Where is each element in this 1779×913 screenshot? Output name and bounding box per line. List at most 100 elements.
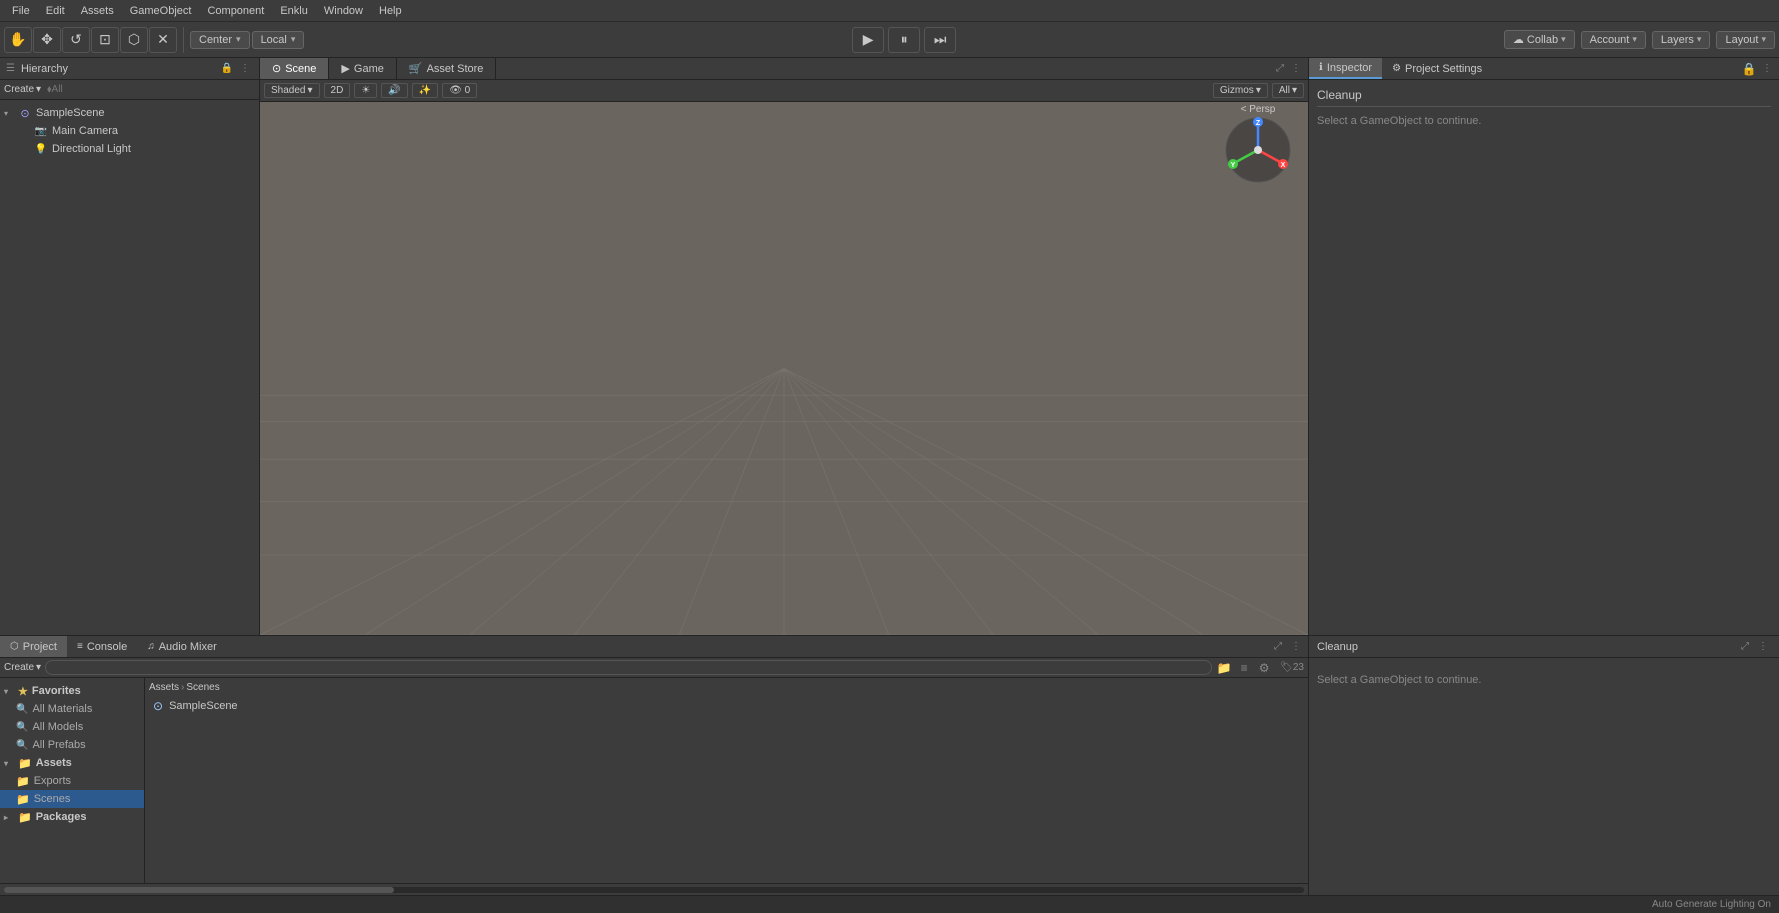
scene-toolbar: Shaded ▾ 2D ☀ 🔊 ✨ 👁 0 Gizmos ▾ All ▾ (260, 80, 1308, 102)
project-scrollbar-track[interactable] (4, 887, 1304, 893)
hand-tool-button[interactable]: ✋ (4, 27, 32, 53)
cleanup-top-bar: Cleanup ⤢ ⋮ (1309, 636, 1779, 658)
project-panel-maximize-button[interactable]: ⤢ (1270, 639, 1286, 655)
lights-button[interactable]: ☀ (354, 83, 377, 98)
tree-item-exports[interactable]: 📁 Exports (0, 772, 144, 790)
move-tool-button[interactable]: ✥ (33, 27, 61, 53)
hierarchy-create-button[interactable]: Create ▾ (4, 84, 41, 95)
menu-gameobject[interactable]: GameObject (122, 3, 200, 19)
bottom-tab-audiomixer[interactable]: ♫ Audio Mixer (137, 636, 227, 657)
bottom-tab-project[interactable]: ⬡ Project (0, 636, 67, 657)
camera-icon: 📷 (34, 124, 48, 138)
samplescene-expand-arrow: ▾ (4, 109, 16, 118)
tree-item-favorites[interactable]: ▾ ★ Favorites (0, 682, 144, 700)
menu-window[interactable]: Window (316, 3, 371, 19)
audio-button[interactable]: 🔊 (381, 83, 407, 98)
pivot-label: Center (199, 34, 232, 46)
layers-label: Layers (1661, 34, 1694, 46)
twod-button[interactable]: 2D (324, 83, 351, 98)
packages-label: Packages (36, 811, 87, 823)
inspector-lock-button[interactable]: 🔒 (1741, 61, 1757, 77)
account-button[interactable]: Account ▾ (1581, 31, 1646, 49)
toolbar-right: ☁ Collab ▾ Account ▾ Layers ▾ Layout ▾ (1504, 30, 1775, 49)
create-dropdown-arrow: ▾ (36, 84, 41, 95)
shaded-dropdown[interactable]: Shaded ▾ (264, 83, 320, 98)
playcontrols: ▶ ⏸ ⏭ (852, 27, 956, 53)
rotate-tool-button[interactable]: ↺ (62, 27, 90, 53)
gizmos-dropdown[interactable]: Gizmos ▾ (1213, 83, 1268, 98)
project-create-button[interactable]: Create ▾ (4, 662, 41, 673)
favorites-expand-arrow: ▾ (4, 687, 16, 696)
step-button[interactable]: ⏭ (924, 27, 956, 53)
scene-tab-icon: ⊙ (272, 62, 281, 75)
main-content: ☰ Hierarchy 🔒 ⋮ Create ▾ ▾ ⊙ SampleScene (0, 58, 1779, 635)
file-item-samplescene[interactable]: ⊙ SampleScene (149, 697, 1304, 715)
project-panel-more-button[interactable]: ⋮ (1288, 639, 1304, 655)
maincamera-label: Main Camera (52, 125, 118, 137)
menu-file[interactable]: File (4, 3, 38, 19)
inspector-tab-projectsettings[interactable]: ⚙ Project Settings (1382, 58, 1492, 79)
hierarchy-more-button[interactable]: ⋮ (237, 61, 253, 77)
hierarchy-item-samplescene[interactable]: ▾ ⊙ SampleScene (0, 104, 259, 122)
scene-panel-more-button[interactable]: ⋮ (1288, 61, 1304, 77)
project-search-input[interactable] (45, 660, 1212, 675)
scene-tab-scene[interactable]: ⊙ Scene (260, 58, 329, 79)
scene-tab-game[interactable]: ▶ Game (329, 58, 396, 79)
hidden-objects-button[interactable]: 👁 0 (442, 83, 477, 98)
allprefabs-search-icon: 🔍 (16, 740, 28, 751)
inspector-tab-inspector[interactable]: ℹ Inspector (1309, 58, 1382, 79)
transform-tools-group: ✋ ✥ ↺ ⊡ ⬡ ✕ (4, 27, 184, 53)
breadcrumb-assets[interactable]: Assets (149, 682, 179, 693)
collab-dropdown-arrow: ▾ (1561, 34, 1566, 45)
hierarchy-item-maincamera[interactable]: ▾ 📷 Main Camera (0, 122, 259, 140)
audiomixer-tab-label: Audio Mixer (159, 641, 217, 653)
project-settings-button[interactable]: ⚙ (1256, 660, 1272, 676)
space-dropdown[interactable]: Local ▾ (252, 31, 305, 49)
tree-item-assets[interactable]: ▾ 📁 Assets (0, 754, 144, 772)
play-button[interactable]: ▶ (852, 27, 884, 53)
rect-tool-button[interactable]: ⬡ (120, 27, 148, 53)
tree-item-packages[interactable]: ▸ 📁 Packages (0, 808, 144, 826)
project-scrollbar-thumb[interactable] (4, 887, 394, 893)
tree-item-allmodels[interactable]: 🔍 All Models (0, 718, 144, 736)
tree-item-allmaterials[interactable]: 🔍 All Materials (0, 700, 144, 718)
project-list-view-button[interactable]: ≡ (1236, 660, 1252, 676)
transform-tool-button[interactable]: ✕ (149, 27, 177, 53)
inspector-message: Select a GameObject to continue. (1317, 115, 1771, 127)
hierarchy-menu-icon: ☰ (6, 63, 15, 74)
collab-button[interactable]: ☁ Collab ▾ (1504, 30, 1575, 49)
hierarchy-item-directionallight[interactable]: ▾ 💡 Directional Light (0, 140, 259, 158)
menu-component[interactable]: Component (199, 3, 272, 19)
menu-edit[interactable]: Edit (38, 3, 73, 19)
favorites-star-icon: ★ (18, 685, 28, 698)
layout-button[interactable]: Layout ▾ (1716, 31, 1775, 49)
hierarchy-search-input[interactable] (47, 84, 255, 95)
menu-assets[interactable]: Assets (73, 3, 122, 19)
scene-tab-assetstore[interactable]: 🛒 Asset Store (397, 58, 497, 79)
bottom-tab-console[interactable]: ≡ Console (67, 636, 137, 657)
status-bar: Auto Generate Lighting On (0, 895, 1779, 913)
pivot-dropdown[interactable]: Center ▾ (190, 31, 250, 49)
scale-tool-button[interactable]: ⊡ (91, 27, 119, 53)
all-label: All (1279, 85, 1290, 96)
scene-panel-maximize-button[interactable]: ⤢ (1272, 61, 1288, 77)
tree-item-scenes[interactable]: 📁 Scenes (0, 790, 144, 808)
cleanup-maximize-button[interactable]: ⤢ (1737, 639, 1753, 655)
scene-view-area[interactable]: Z X Y < Persp (260, 102, 1308, 635)
tree-item-allprefabs[interactable]: 🔍 All Prefabs (0, 736, 144, 754)
gizmo-container[interactable]: Z X Y < Persp (1218, 112, 1298, 192)
project-folder-view-button[interactable]: 📁 (1216, 660, 1232, 676)
menu-help[interactable]: Help (371, 3, 410, 19)
pause-button[interactable]: ⏸ (888, 27, 920, 53)
hierarchy-lock-button[interactable]: 🔒 (219, 61, 235, 77)
effects-button[interactable]: ✨ (412, 83, 438, 98)
cleanup-message: Select a GameObject to continue. (1317, 674, 1771, 686)
layers-button[interactable]: Layers ▾ (1652, 31, 1711, 49)
breadcrumb-scenes[interactable]: Scenes (186, 682, 219, 693)
all-dropdown[interactable]: All ▾ (1272, 83, 1304, 98)
project-scrollbar[interactable] (0, 883, 1308, 895)
menu-enklu[interactable]: Enklu (272, 3, 316, 19)
allprefabs-label: All Prefabs (32, 739, 85, 751)
inspector-more-button[interactable]: ⋮ (1759, 61, 1775, 77)
cleanup-more-button[interactable]: ⋮ (1755, 639, 1771, 655)
